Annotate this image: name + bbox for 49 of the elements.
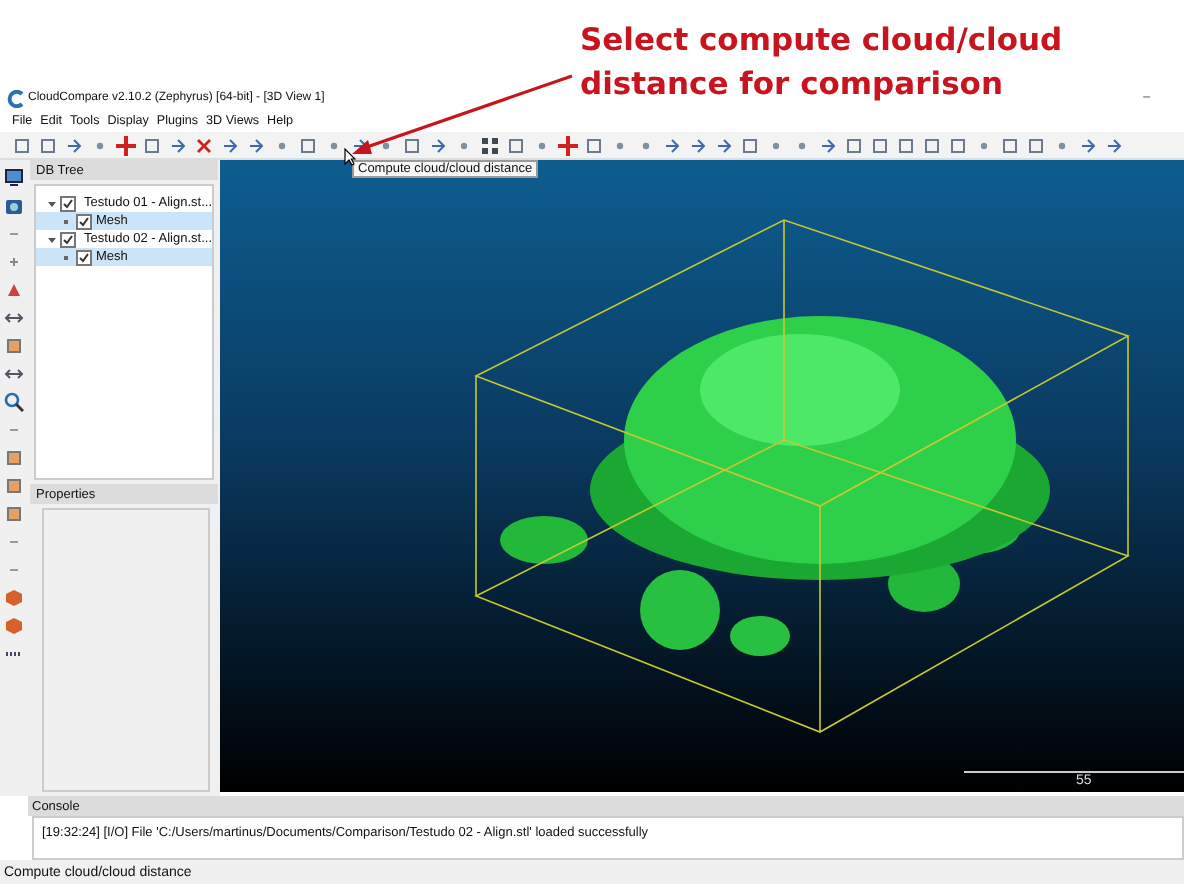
square-icon[interactable]	[506, 135, 526, 155]
square-icon[interactable]	[1000, 135, 1020, 155]
square-icon[interactable]	[844, 135, 864, 155]
square-icon[interactable]	[1026, 135, 1046, 155]
arrow-icon[interactable]	[428, 135, 448, 155]
triangle-icon[interactable]	[4, 280, 24, 300]
arrow-icon[interactable]	[714, 135, 734, 155]
annotation-text: Select compute cloud/cloud distance for comparison	[580, 20, 1063, 106]
arrow-icon[interactable]	[1104, 135, 1124, 155]
expand-toggle[interactable]	[48, 199, 56, 207]
arrow-icon[interactable]	[688, 135, 708, 155]
square-icon[interactable]	[4, 448, 24, 468]
square-icon[interactable]	[584, 135, 604, 155]
square-icon[interactable]	[740, 135, 760, 155]
checkbox[interactable]	[60, 231, 76, 247]
arrow-icon[interactable]	[4, 308, 24, 328]
square-icon[interactable]	[896, 135, 916, 155]
square-icon[interactable]	[142, 135, 162, 155]
square-icon[interactable]	[298, 135, 318, 155]
checkbox[interactable]	[76, 213, 92, 229]
arrow-icon[interactable]	[662, 135, 682, 155]
square-icon[interactable]	[948, 135, 968, 155]
checkbox[interactable]	[60, 195, 76, 211]
grid-icon[interactable]	[480, 135, 500, 155]
monitor-icon[interactable]	[4, 168, 24, 188]
arrow-icon[interactable]	[246, 135, 266, 155]
square-icon[interactable]	[38, 135, 58, 155]
arrow-icon[interactable]	[1078, 135, 1098, 155]
square-icon[interactable]	[922, 135, 942, 155]
camera-icon[interactable]	[4, 196, 24, 216]
plus-icon[interactable]	[4, 252, 24, 272]
square-icon[interactable]	[4, 504, 24, 524]
arrow-icon[interactable]	[168, 135, 188, 155]
square-icon[interactable]	[870, 135, 890, 155]
plus-icon[interactable]	[116, 135, 136, 155]
expand-toggle[interactable]	[48, 235, 56, 243]
magnifier-icon[interactable]	[4, 392, 24, 412]
app-logo-icon	[6, 89, 24, 107]
square-icon[interactable]	[12, 135, 32, 155]
checkbox[interactable]	[76, 249, 92, 265]
square-icon[interactable]	[4, 336, 24, 356]
square-icon[interactable]	[402, 135, 422, 155]
arrow-icon[interactable]	[818, 135, 838, 155]
arrow-icon[interactable]	[64, 135, 84, 155]
close-icon[interactable]	[194, 135, 214, 155]
arrow-icon[interactable]	[4, 364, 24, 384]
plus-icon[interactable]	[558, 135, 578, 155]
square-icon[interactable]	[4, 476, 24, 496]
arrow-icon[interactable]	[220, 135, 240, 155]
